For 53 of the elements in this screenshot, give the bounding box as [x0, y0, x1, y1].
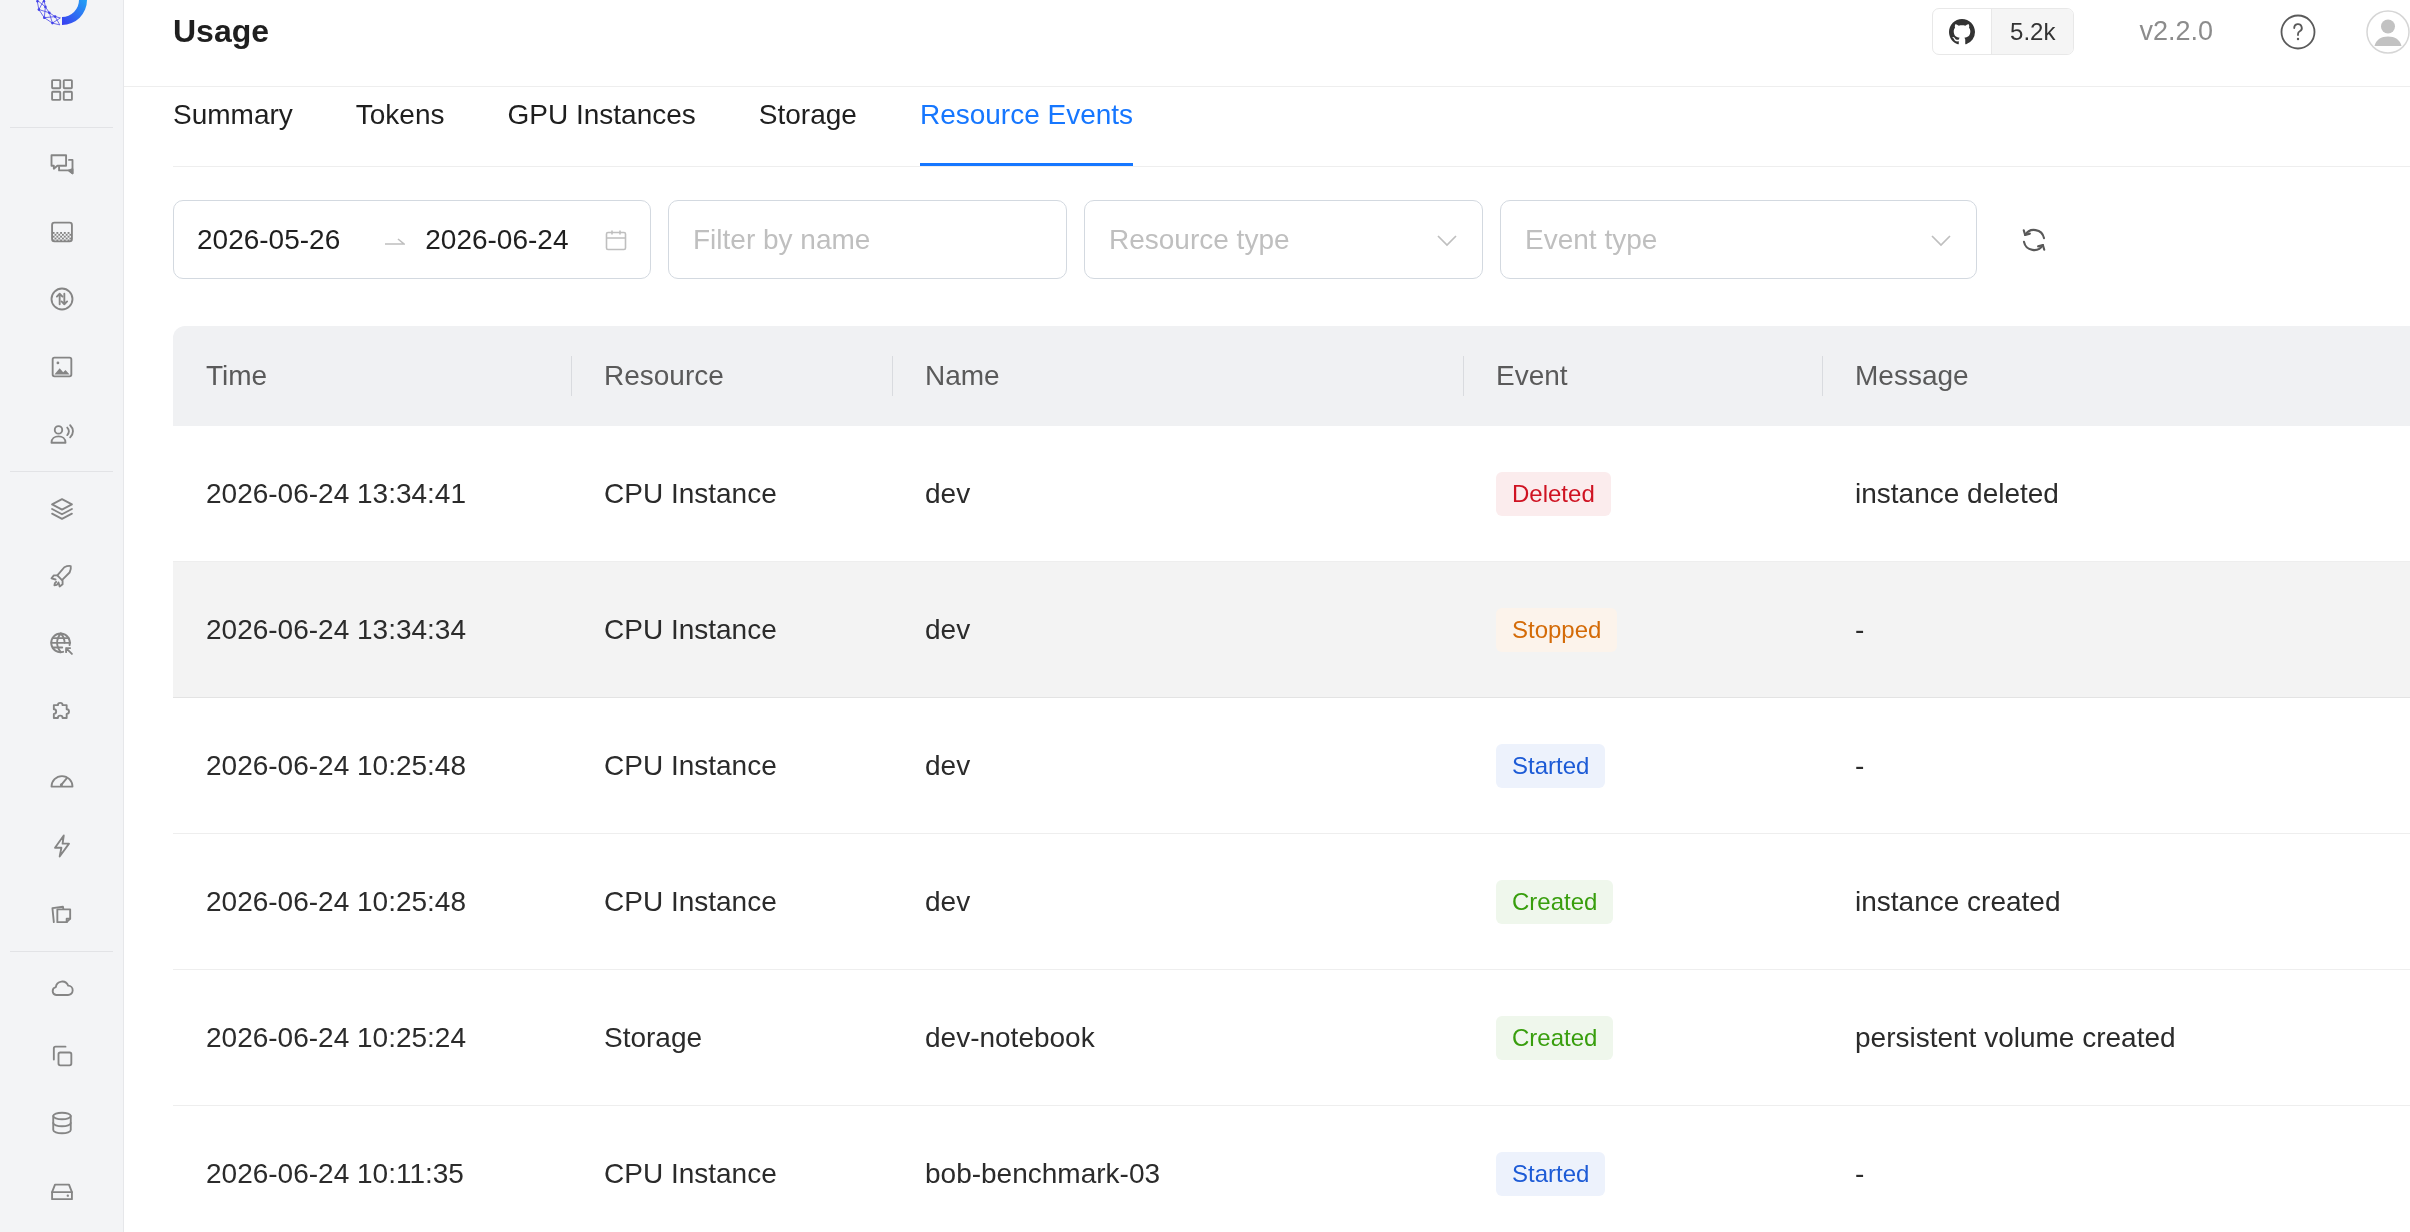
table-cell-text: bob-benchmark-03	[924, 1156, 1162, 1191]
table-cell-text: CPU Instance	[603, 748, 778, 783]
table-cell-text: -	[1854, 1156, 1866, 1191]
table-cell-text: CPU Instance	[603, 884, 778, 919]
table-cell-text: persistent volume created	[1854, 1020, 2177, 1055]
name-filter-input[interactable]: Filter by name	[668, 200, 1067, 279]
event-tag: Stopped	[1496, 607, 1618, 652]
table-cell-text: CPU Instance	[603, 1156, 778, 1191]
table-cell-text: 2026-06-24 13:34:34	[205, 612, 467, 647]
table-cell-text: 2026-06-24 10:11:35	[205, 1156, 465, 1191]
start-date-field[interactable]: 2026-05-26	[197, 223, 341, 256]
column-header: Message	[1822, 326, 2410, 426]
column-header: Time	[205, 359, 269, 393]
date-range-picker[interactable]: 2026-05-26 2026-06-24	[173, 200, 651, 279]
table-cell-text: dev	[924, 476, 972, 511]
table-cell-text: dev	[924, 884, 972, 919]
table-cell-text: 2026-06-24 10:25:24	[205, 1020, 467, 1055]
table-cell-text: 2026-06-24 10:25:48	[205, 884, 467, 919]
table-row[interactable]: 2026-06-24 13:34:34 CPU Instance dev Stopped -	[173, 562, 2410, 698]
page-title: Usage	[173, 12, 270, 51]
table-cell-text: instance deleted	[1854, 476, 2060, 511]
table-cell-text: -	[1854, 748, 1866, 783]
table-cell-text: CPU Instance	[603, 612, 778, 647]
column-header: Name	[892, 326, 1463, 426]
event-tag: Created	[1496, 1015, 1614, 1060]
column-header: Event	[1463, 326, 1822, 426]
table-cell-text: CPU Instance	[603, 476, 778, 511]
version-label: v2.2.0	[2139, 16, 2213, 47]
github-stars-button[interactable]: 5.2k	[1932, 8, 2075, 55]
end-date-field[interactable]: 2026-06-24	[425, 223, 569, 256]
table-cell-text: 2026-06-24 10:25:48	[205, 748, 467, 783]
star-count: 5.2k	[1991, 9, 2074, 54]
column-header: Resource	[571, 326, 892, 426]
table-cell-text: instance created	[1854, 884, 2062, 919]
tab[interactable]: Resource Events	[919, 87, 1134, 166]
tab[interactable]: Tokens	[355, 87, 445, 166]
avatar-icon[interactable]	[2366, 9, 2410, 54]
table-cell-text: 2026-06-24 13:34:41	[205, 476, 467, 511]
table-cell-text: dev	[924, 748, 972, 783]
table-cell-text: dev	[924, 612, 972, 647]
tab[interactable]: GPU Instances	[507, 87, 696, 166]
table-cell-text: Storage	[603, 1020, 704, 1055]
github-icon	[1949, 18, 1976, 45]
event-tag: Deleted	[1496, 471, 1611, 516]
event-tag: Created	[1496, 879, 1614, 924]
event-tag: Started	[1496, 743, 1606, 788]
tab[interactable]: Storage	[758, 87, 857, 166]
event-tag: Started	[1496, 1151, 1606, 1196]
logo-icon[interactable]	[35, 0, 88, 26]
tab[interactable]: Summary	[173, 87, 293, 166]
table-cell-text: dev-notebook	[924, 1020, 1096, 1055]
help-icon[interactable]	[2280, 13, 2316, 50]
table-cell-text: -	[1854, 612, 1866, 647]
